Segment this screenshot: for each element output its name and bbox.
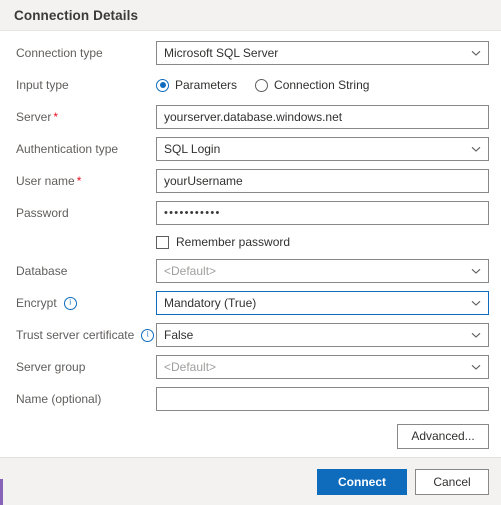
advanced-row: Advanced... [0, 424, 501, 449]
dialog-footer: Connect Cancel [0, 457, 501, 505]
checkbox-indicator[interactable] [156, 235, 169, 249]
server-value: yourserver.database.windows.net [164, 110, 343, 124]
cancel-button[interactable]: Cancel [415, 468, 489, 495]
accent-stripe [0, 479, 3, 505]
input-type-radio-group: Parameters Connection String [156, 78, 489, 92]
chevron-down-icon [470, 47, 482, 59]
row-authentication-type: Authentication type SQL Login [0, 133, 501, 165]
label-user-name: User name * [16, 174, 82, 188]
connection-details-dialog: Connection Details Connection type Micro… [0, 0, 501, 505]
chevron-down-icon [470, 265, 482, 277]
required-asterisk: * [76, 174, 82, 188]
chevron-down-icon [470, 297, 482, 309]
connect-button[interactable]: Connect [317, 468, 407, 495]
remember-password-label: Remember password [176, 235, 291, 249]
radio-connection-string[interactable]: Connection String [255, 78, 369, 92]
authentication-type-dropdown[interactable]: SQL Login [156, 137, 489, 161]
server-group-value: <Default> [164, 360, 217, 374]
label-authentication-type: Authentication type [16, 142, 119, 156]
server-group-dropdown[interactable]: <Default> [156, 355, 489, 379]
chevron-down-icon [470, 143, 482, 155]
label-encrypt: Encrypt i [16, 296, 156, 310]
radio-connection-string-label: Connection String [274, 78, 370, 92]
row-trust-server-certificate: Trust server certificate i False [0, 319, 501, 351]
password-input[interactable]: ••••••••••• [156, 201, 489, 225]
row-name-optional: Name (optional) [0, 383, 501, 415]
encrypt-value: Mandatory (True) [164, 296, 257, 310]
row-connection-type: Connection type Microsoft SQL Server [0, 37, 501, 69]
page-title: Connection Details [14, 7, 139, 23]
database-value: <Default> [164, 264, 217, 278]
user-name-input[interactable]: yourUsername [156, 169, 489, 193]
connection-type-dropdown[interactable]: Microsoft SQL Server [156, 41, 489, 65]
advanced-button[interactable]: Advanced... [397, 424, 489, 449]
row-input-type: Input type Parameters Connection String [0, 69, 501, 101]
label-trust-server-certificate: Trust server certificate i [16, 328, 156, 342]
label-database: Database [16, 264, 68, 278]
row-remember-password: Remember password [0, 229, 501, 255]
chevron-down-icon [470, 361, 482, 373]
chevron-down-icon [470, 329, 482, 341]
trust-server-certificate-dropdown[interactable]: False [156, 323, 489, 347]
trust-server-certificate-value: False [164, 328, 194, 342]
required-asterisk: * [53, 110, 59, 124]
label-password: Password [16, 206, 69, 220]
user-name-value: yourUsername [164, 174, 243, 188]
connection-type-value: Microsoft SQL Server [164, 46, 279, 60]
database-dropdown[interactable]: <Default> [156, 259, 489, 283]
radio-connection-string-indicator[interactable] [255, 78, 269, 92]
encrypt-dropdown[interactable]: Mandatory (True) [156, 291, 489, 315]
row-password: Password ••••••••••• [0, 197, 501, 229]
label-server-group: Server group [16, 360, 86, 374]
authentication-type-value: SQL Login [164, 142, 221, 156]
name-optional-input[interactable] [156, 387, 489, 411]
radio-parameters[interactable]: Parameters [156, 78, 237, 92]
label-name-optional: Name (optional) [16, 392, 102, 406]
info-icon[interactable]: i [63, 296, 77, 310]
remember-password-checkbox[interactable]: Remember password [156, 235, 290, 249]
label-input-type: Input type [16, 78, 69, 92]
label-connection-type: Connection type [16, 46, 103, 60]
radio-parameters-label: Parameters [175, 78, 238, 92]
row-database: Database <Default> [0, 255, 501, 287]
info-icon[interactable]: i [141, 328, 155, 342]
row-server-group: Server group <Default> [0, 351, 501, 383]
server-input[interactable]: yourserver.database.windows.net [156, 105, 489, 129]
label-server: Server * [16, 110, 59, 124]
row-server: Server * yourserver.database.windows.net [0, 101, 501, 133]
dialog-titlebar: Connection Details [0, 0, 501, 31]
row-user-name: User name * yourUsername [0, 165, 501, 197]
radio-parameters-indicator[interactable] [156, 78, 169, 92]
password-value: ••••••••••• [164, 207, 221, 219]
row-encrypt: Encrypt i Mandatory (True) [0, 287, 501, 319]
connection-form: Connection type Microsoft SQL Server Inp… [0, 31, 501, 457]
